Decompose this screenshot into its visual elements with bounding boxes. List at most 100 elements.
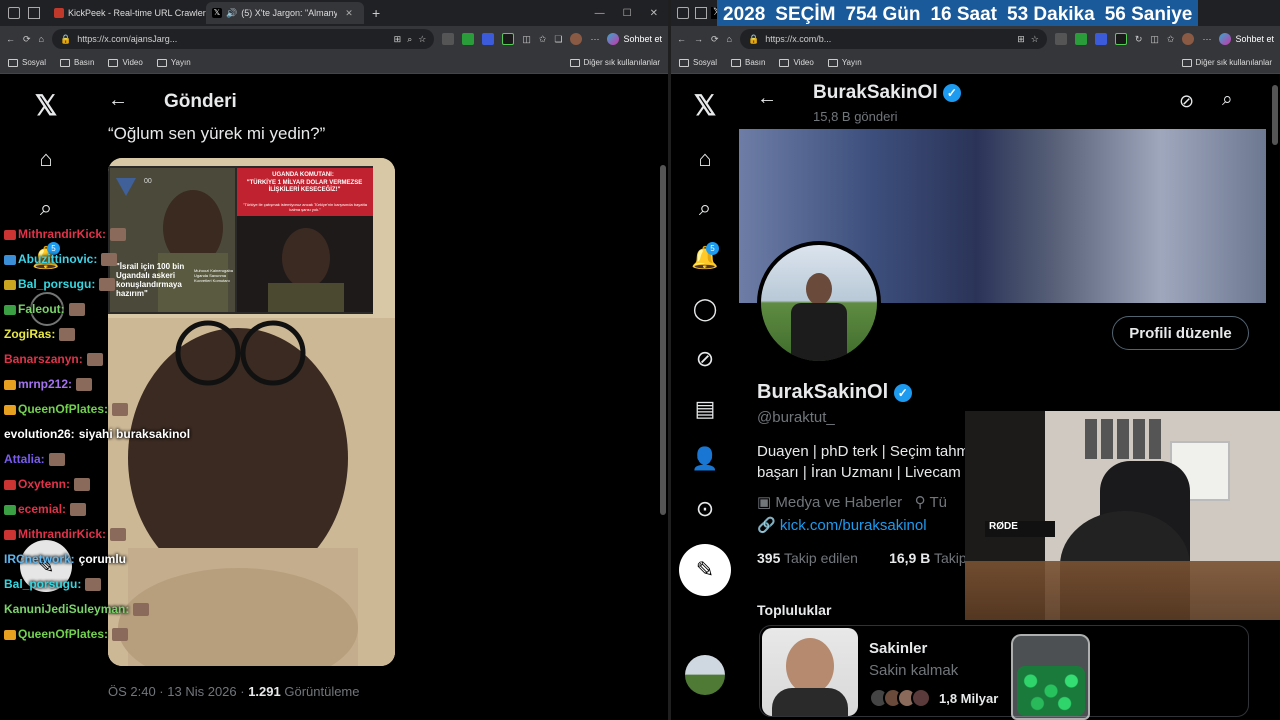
bookmark-folder[interactable]: Yayın xyxy=(156,58,191,67)
home-icon[interactable]: ⌂ xyxy=(39,34,44,44)
extension-icon[interactable] xyxy=(502,33,515,45)
edit-profile-button[interactable]: Profili düzenle xyxy=(1112,316,1249,350)
following-stat[interactable]: 395 Takip edilen xyxy=(757,550,858,566)
followers-stat[interactable]: 16,9 B Takip xyxy=(889,550,967,566)
close-tab-icon[interactable]: ✕ xyxy=(345,8,353,19)
tab-actions-icon[interactable] xyxy=(695,7,707,19)
zoom-icon[interactable]: ⌕ xyxy=(407,34,412,45)
speaker-icon[interactable]: 🔊 xyxy=(226,8,237,19)
workspaces-icon[interactable] xyxy=(677,7,689,19)
chat-username[interactable]: QueenOfPlates: xyxy=(18,627,108,641)
account-avatar[interactable] xyxy=(685,655,725,695)
lists-icon[interactable]: ▤ xyxy=(689,393,721,425)
profile-avatar-icon[interactable] xyxy=(570,33,583,45)
home-icon[interactable]: ⌂ xyxy=(689,143,721,175)
chat-username[interactable]: MithrandirKick: xyxy=(18,227,106,241)
other-favorites-folder[interactable]: Diğer sık kullanılanlar xyxy=(569,58,660,67)
chat-username[interactable]: ecemial: xyxy=(18,502,66,516)
new-tab-plus-icon[interactable]: + xyxy=(372,5,380,21)
chat-username[interactable]: MithrandirKick: xyxy=(18,527,106,541)
back-icon[interactable]: ← xyxy=(6,34,15,44)
more-icon[interactable]: ⊙ xyxy=(689,493,721,525)
extension-icon[interactable] xyxy=(1114,33,1127,45)
favorite-star-icon[interactable]: ☆ xyxy=(1031,34,1039,45)
search-icon[interactable]: ⌕ xyxy=(689,192,721,224)
more-menu-icon[interactable]: ⋯ xyxy=(590,34,599,45)
split-screen-icon[interactable]: ◫ xyxy=(1150,34,1159,45)
reload-icon[interactable]: ⟳ xyxy=(23,34,31,45)
favorites-icon[interactable]: ✩ xyxy=(1167,34,1175,45)
scrollbar[interactable] xyxy=(1272,75,1278,720)
extension-icon[interactable] xyxy=(442,33,455,45)
profile-avatar[interactable] xyxy=(757,241,881,365)
chat-username[interactable]: Bal_porsugu: xyxy=(4,577,81,591)
bookmark-folder[interactable]: Video xyxy=(108,58,143,67)
extension-icon[interactable] xyxy=(1054,33,1067,45)
maximize-icon[interactable]: ☐ xyxy=(623,8,632,19)
split-screen-icon[interactable]: ◫ xyxy=(522,34,531,45)
bookmark-folder[interactable]: Basın xyxy=(60,58,94,67)
extension-icon[interactable] xyxy=(462,33,475,45)
profile-icon[interactable]: 👤 xyxy=(689,443,721,475)
community-card[interactable]: Sakinler Sakin kalmak 1,8 Milyar xyxy=(759,625,1249,717)
chat-username[interactable]: Attalia: xyxy=(4,452,45,466)
profile-link[interactable]: kick.com/buraksakinol xyxy=(780,517,927,534)
favorite-star-icon[interactable]: ☆ xyxy=(418,34,426,45)
post-timestamp[interactable]: ÖS 2:40 · 13 Nis 2026 · xyxy=(108,684,248,699)
bookmark-folder[interactable]: Basın xyxy=(731,58,765,67)
chat-username[interactable]: QueenOfPlates: xyxy=(18,402,108,416)
search-icon[interactable]: ⌕ xyxy=(30,192,62,224)
chat-username[interactable]: Oxytenn: xyxy=(18,477,70,491)
search-icon[interactable]: ⌕ xyxy=(1222,89,1233,111)
chat-username[interactable]: evolution26: xyxy=(4,427,75,441)
messages-icon[interactable]: ◯ xyxy=(689,293,721,325)
minimize-icon[interactable]: — xyxy=(595,8,605,19)
address-bar[interactable]: 🔒 https://x.com/b... ⊞ ☆ xyxy=(739,29,1047,49)
bookmark-folder[interactable]: Video xyxy=(779,58,814,67)
chat-username[interactable]: mrnp212: xyxy=(18,377,72,391)
back-icon[interactable]: ← xyxy=(677,34,686,44)
bookmark-folder[interactable]: Sosyal xyxy=(679,58,717,67)
chat-username[interactable]: KanuniJediSuleyman: xyxy=(4,602,129,616)
extension-icon[interactable] xyxy=(1074,33,1087,45)
collections-icon[interactable]: ❏ xyxy=(554,34,562,45)
chat-username[interactable]: IRCnetwork: xyxy=(4,552,75,566)
close-window-icon[interactable]: ✕ xyxy=(650,8,658,19)
extension-icon[interactable] xyxy=(1094,33,1107,45)
tab-kickpeek[interactable]: KickPeek - Real-time URL Crawler ✕ xyxy=(48,2,206,24)
post-button-feather-icon[interactable]: ✎ xyxy=(679,544,731,596)
x-logo-icon[interactable]: 𝕏 xyxy=(689,89,721,121)
address-bar[interactable]: 🔒 https://x.com/ajansJarg... ⊞ ⌕ ☆ xyxy=(51,29,435,49)
extension-icon[interactable] xyxy=(482,33,495,45)
bookmark-folder[interactable]: Sosyal xyxy=(8,58,46,67)
chat-username[interactable]: Bal_porsugu: xyxy=(18,277,95,291)
chat-username[interactable]: Abuzittinovic: xyxy=(18,252,97,266)
chat-username[interactable]: ZogiRas: xyxy=(4,327,55,341)
other-favorites-folder[interactable]: Diğer sık kullanılanlar xyxy=(1181,58,1272,67)
grok-icon[interactable]: ⊘ xyxy=(689,343,721,375)
workspaces-icon[interactable] xyxy=(8,7,20,19)
tab-actions-icon[interactable] xyxy=(28,7,40,19)
home-icon[interactable]: ⌂ xyxy=(727,34,732,44)
chat-username[interactable]: Banarszanyn: xyxy=(4,352,83,366)
chat-username[interactable]: Faleout: xyxy=(18,302,65,316)
scrollbar-thumb[interactable] xyxy=(1272,85,1278,145)
scrollbar[interactable] xyxy=(660,75,666,720)
reload-icon[interactable]: ⟳ xyxy=(711,34,719,45)
refresh-extension-icon[interactable]: ↻ xyxy=(1135,34,1143,45)
x-logo-icon[interactable]: 𝕏 xyxy=(30,89,62,121)
profile-avatar-icon[interactable] xyxy=(1182,33,1195,45)
notifications-bell-icon[interactable]: 🔔 5 xyxy=(689,242,721,274)
forward-icon[interactable]: → xyxy=(694,34,703,44)
grok-icon[interactable]: ⊘ xyxy=(1179,91,1194,112)
tab-x-jargon[interactable]: 𝕏 🔊 (5) X'te Jargon: "Almanya'da y ✕ xyxy=(206,2,364,24)
reader-icon[interactable]: ⊞ xyxy=(1017,34,1025,45)
favorites-icon[interactable]: ✩ xyxy=(539,34,547,45)
more-menu-icon[interactable]: ⋯ xyxy=(1202,34,1211,45)
copilot-chat-button[interactable]: Sohbet et xyxy=(1219,33,1274,45)
bookmark-folder[interactable]: Yayın xyxy=(827,58,862,67)
reader-icon[interactable]: ⊞ xyxy=(394,34,402,45)
home-icon[interactable]: ⌂ xyxy=(30,143,62,175)
back-arrow-icon[interactable]: ← xyxy=(108,89,128,112)
scrollbar-thumb[interactable] xyxy=(660,165,666,515)
